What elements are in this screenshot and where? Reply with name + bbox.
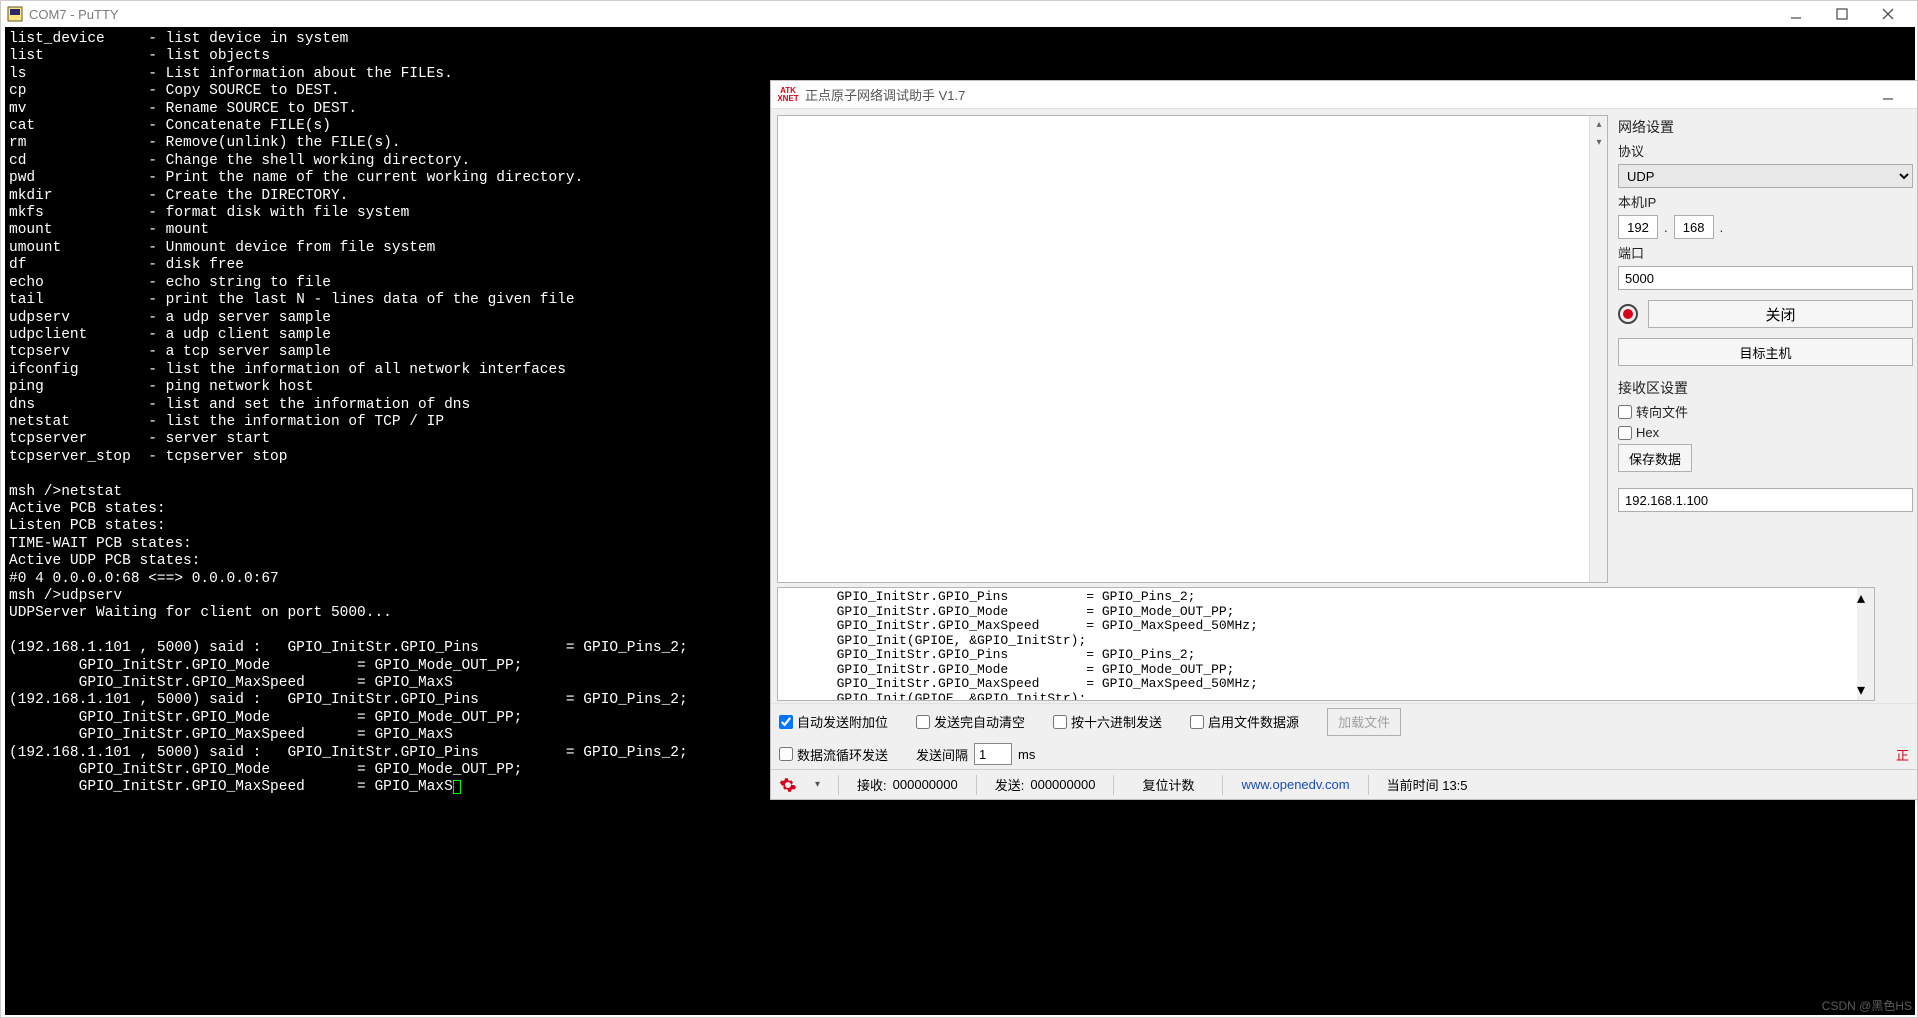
putty-title: COM7 - PuTTY: [29, 7, 119, 22]
scroll-down-icon[interactable]: ▾: [1590, 134, 1608, 152]
send-options-bar: 自动发送附加位 发送完自动清空 按十六进制发送 启用文件数据源 加载文件: [771, 703, 1917, 739]
recv-counter: 接收: 000000000: [857, 775, 958, 794]
target-host-button[interactable]: 目标主机: [1618, 338, 1913, 366]
interval-input[interactable]: [974, 743, 1012, 765]
port-input[interactable]: [1618, 266, 1913, 290]
local-ip-field: . .: [1618, 215, 1913, 239]
local-ip-label: 本机IP: [1618, 192, 1913, 211]
interval-unit: ms: [1018, 747, 1035, 762]
network-assistant-window: ATK XNET 正点原子网络调试助手 V1.7 ▴ ▾ 网络设置 协议 UDP: [770, 80, 1918, 800]
ip-octet-1[interactable]: [1618, 215, 1658, 239]
gear-icon[interactable]: [779, 776, 797, 794]
auto-clear-checkbox[interactable]: 发送完自动清空: [916, 712, 1025, 731]
scroll-down-icon[interactable]: ▾: [1857, 680, 1874, 700]
file-source-checkbox[interactable]: 启用文件数据源: [1190, 712, 1299, 731]
send-options-bar-2: 数据流循环发送 发送间隔 ms 正: [771, 739, 1917, 769]
send-panel: GPIO_InitStr.GPIO_Pins = GPIO_Pins_2; GP…: [771, 587, 1917, 703]
scroll-up-icon[interactable]: ▴: [1590, 116, 1608, 134]
load-file-button[interactable]: 加载文件: [1327, 708, 1401, 736]
atk-logo: ATK XNET: [777, 87, 799, 103]
reset-counter-button[interactable]: 复位计数: [1132, 771, 1204, 799]
auto-append-checkbox[interactable]: 自动发送附加位: [779, 712, 888, 731]
settings-panel: 网络设置 协议 UDP 本机IP . . 端口 关闭: [1612, 109, 1917, 587]
dropdown-icon[interactable]: ▾: [815, 779, 820, 790]
net-settings-label: 网络设置: [1618, 117, 1913, 137]
status-text-partial: 正: [1896, 745, 1909, 764]
redirect-file-checkbox[interactable]: 转向文件: [1618, 402, 1913, 421]
website-link[interactable]: www.openedv.com: [1241, 777, 1349, 792]
hex-display-checkbox[interactable]: Hex: [1618, 425, 1913, 440]
putty-icon: [7, 6, 23, 22]
send-side: [1879, 587, 1913, 701]
recv-settings-label: 接收区设置: [1618, 378, 1913, 398]
loop-send-checkbox[interactable]: 数据流循环发送: [779, 745, 888, 764]
protocol-select[interactable]: UDP: [1618, 164, 1913, 188]
net-titlebar[interactable]: ATK XNET 正点原子网络调试助手 V1.7: [771, 81, 1917, 109]
minimize-button[interactable]: [1773, 2, 1819, 26]
close-connection-button[interactable]: 关闭: [1648, 300, 1913, 328]
current-time: 当前时间 13:5: [1387, 775, 1468, 794]
protocol-label: 协议: [1618, 141, 1913, 160]
hex-send-checkbox[interactable]: 按十六进制发送: [1053, 712, 1162, 731]
putty-titlebar[interactable]: COM7 - PuTTY: [1, 1, 1917, 27]
maximize-button[interactable]: [1819, 2, 1865, 26]
interval-group: 发送间隔 ms: [916, 743, 1035, 765]
net-minimize-button[interactable]: [1865, 83, 1911, 107]
watermark: CSDN @黑色HS: [1822, 997, 1912, 1014]
send-scrollbar[interactable]: ▴ ▾: [1857, 588, 1874, 700]
net-title: 正点原子网络调试助手 V1.7: [805, 85, 965, 104]
ip-octet-2[interactable]: [1674, 215, 1714, 239]
status-bar: ▾ 接收: 000000000 发送: 000000000 复位计数 www.o…: [771, 769, 1917, 799]
send-counter: 发送: 000000000: [995, 775, 1096, 794]
save-data-button[interactable]: 保存数据: [1618, 444, 1692, 472]
receive-textarea[interactable]: ▴ ▾: [777, 115, 1608, 583]
send-textarea[interactable]: GPIO_InitStr.GPIO_Pins = GPIO_Pins_2; GP…: [777, 587, 1875, 701]
remote-ip-input[interactable]: [1618, 488, 1913, 512]
connection-led-icon: [1618, 304, 1638, 324]
interval-label: 发送间隔: [916, 745, 968, 764]
scroll-up-icon[interactable]: ▴: [1857, 588, 1874, 608]
port-label: 端口: [1618, 243, 1913, 262]
recv-scrollbar[interactable]: ▴ ▾: [1589, 116, 1607, 582]
close-button[interactable]: [1865, 2, 1911, 26]
